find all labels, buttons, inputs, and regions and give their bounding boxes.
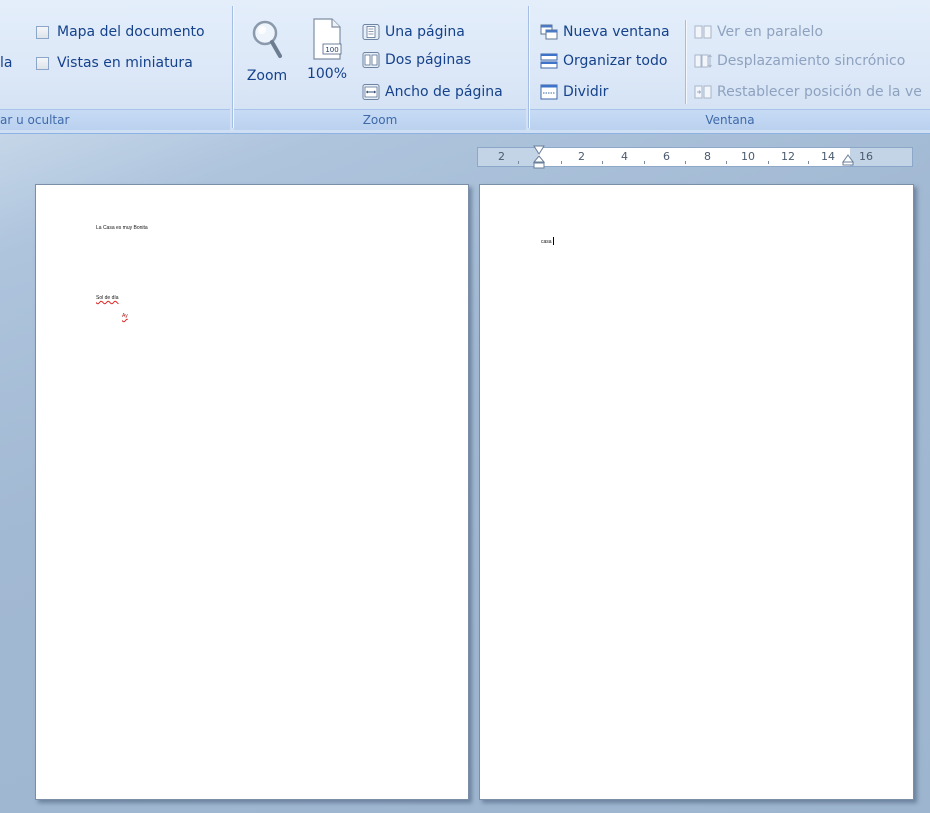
checkbox-icon xyxy=(36,56,49,70)
group-window: Nueva ventana Organizar todo Dividir Ver… xyxy=(530,0,930,132)
ruler-label: 10 xyxy=(741,150,755,163)
two-pages-icon xyxy=(362,52,380,68)
ruler-label: 12 xyxy=(781,150,795,163)
new-window-button[interactable]: Nueva ventana xyxy=(540,21,670,43)
magnifier-icon xyxy=(252,20,282,58)
new-window-label: Nueva ventana xyxy=(563,24,670,40)
thumbnails-label: Vistas en miniatura xyxy=(57,55,193,71)
new-window-icon xyxy=(540,24,558,40)
sync-scroll-button: Desplazamiento sincrónico xyxy=(694,50,905,72)
ruler-label: 2 xyxy=(498,150,505,163)
zoom-100-button[interactable]: 100 100% xyxy=(304,16,350,82)
ruler-margin-left xyxy=(478,148,538,166)
group-label-zoom: Zoom xyxy=(234,109,526,130)
page-width-label: Ancho de página xyxy=(385,84,503,100)
text-line-content: Ay xyxy=(122,313,128,319)
first-line-indent-marker[interactable] xyxy=(532,145,546,171)
zoom-label: Zoom xyxy=(246,68,288,84)
text-line: La Casa es muy Bonita xyxy=(96,225,148,231)
reset-window-position-button: Restablecer posición de la ve xyxy=(694,81,922,103)
split-icon xyxy=(540,84,558,100)
page-width-button[interactable]: Ancho de página xyxy=(362,81,503,103)
reset-position-label: Restablecer posición de la ve xyxy=(717,84,922,100)
page-width-icon xyxy=(362,84,380,100)
one-page-icon xyxy=(362,24,380,40)
zoom-button[interactable]: Zoom xyxy=(244,18,290,84)
text-line: Ay xyxy=(122,313,128,319)
sync-scroll-label: Desplazamiento sincrónico xyxy=(717,53,906,69)
text-line-content: Sol de día xyxy=(96,295,119,301)
one-page-label: Una página xyxy=(385,24,465,40)
ribbon: la Mapa del documento Vistas en miniatur… xyxy=(0,0,930,134)
ruler-tick xyxy=(808,161,809,164)
group-separator xyxy=(528,6,529,128)
side-by-side-label: Ver en paralelo xyxy=(717,24,824,40)
ruler-tick xyxy=(602,161,603,164)
ruler-tick xyxy=(644,161,645,164)
thumbnails-checkbox[interactable]: Vistas en miniatura xyxy=(36,53,193,73)
document-map-label: Mapa del documento xyxy=(57,24,205,40)
window-subgroup-separator xyxy=(685,20,686,104)
page-100-icon: 100 xyxy=(313,18,342,60)
document-page-2[interactable]: casa xyxy=(479,184,914,800)
ruler-tick xyxy=(518,161,519,164)
text-line-content: casa xyxy=(541,239,552,245)
ruler-label: 14 xyxy=(821,150,835,163)
one-page-button[interactable]: Una página xyxy=(362,21,465,43)
document-page-1[interactable]: La Casa es muy Bonita Sol de día Ay xyxy=(35,184,469,800)
side-by-side-button: Ver en paralelo xyxy=(694,21,823,43)
two-pages-label: Dos páginas xyxy=(385,52,472,68)
ruler-tick xyxy=(726,161,727,164)
group-zoom: Zoom 100 100% Una página Dos páginas Anc… xyxy=(234,0,526,132)
group-separator xyxy=(232,6,233,128)
split-label: Dividir xyxy=(563,84,609,100)
group-label-show-hide: ar u ocultar xyxy=(0,109,230,130)
reset-position-icon xyxy=(694,85,712,99)
ruler-tick xyxy=(561,161,562,164)
horizontal-ruler[interactable]: 2 2 4 6 8 10 12 14 16 xyxy=(477,145,913,169)
text-cursor xyxy=(552,237,555,245)
zoom-100-label: 100% xyxy=(306,66,348,82)
arrange-all-label: Organizar todo xyxy=(563,53,668,69)
right-indent-marker[interactable] xyxy=(841,151,855,169)
document-map-checkbox[interactable]: Mapa del documento xyxy=(36,22,205,42)
group-label-window: Ventana xyxy=(530,109,930,130)
ruler-tick xyxy=(768,161,769,164)
ruler-label: 2 xyxy=(578,150,585,163)
ruler-label: 16 xyxy=(859,150,873,163)
ruler-tick xyxy=(685,161,686,164)
arrange-all-icon xyxy=(540,53,558,69)
ruler-label: 6 xyxy=(663,150,670,163)
ruler-label: 4 xyxy=(621,150,628,163)
checkbox-icon xyxy=(36,25,49,39)
page-100-icon-text: 100 xyxy=(325,46,338,54)
two-pages-button[interactable]: Dos páginas xyxy=(362,49,471,71)
text-line: Sol de día xyxy=(96,295,119,301)
truncated-option-label: la xyxy=(0,55,13,71)
group-show-hide: la Mapa del documento Vistas en miniatur… xyxy=(0,0,230,132)
arrange-all-button[interactable]: Organizar todo xyxy=(540,50,667,72)
side-by-side-icon xyxy=(694,25,712,39)
split-button[interactable]: Dividir xyxy=(540,81,608,103)
sync-scroll-icon xyxy=(694,54,712,68)
text-line: casa xyxy=(541,237,555,245)
truncated-option[interactable]: la xyxy=(0,53,12,73)
ruler-label: 8 xyxy=(704,150,711,163)
